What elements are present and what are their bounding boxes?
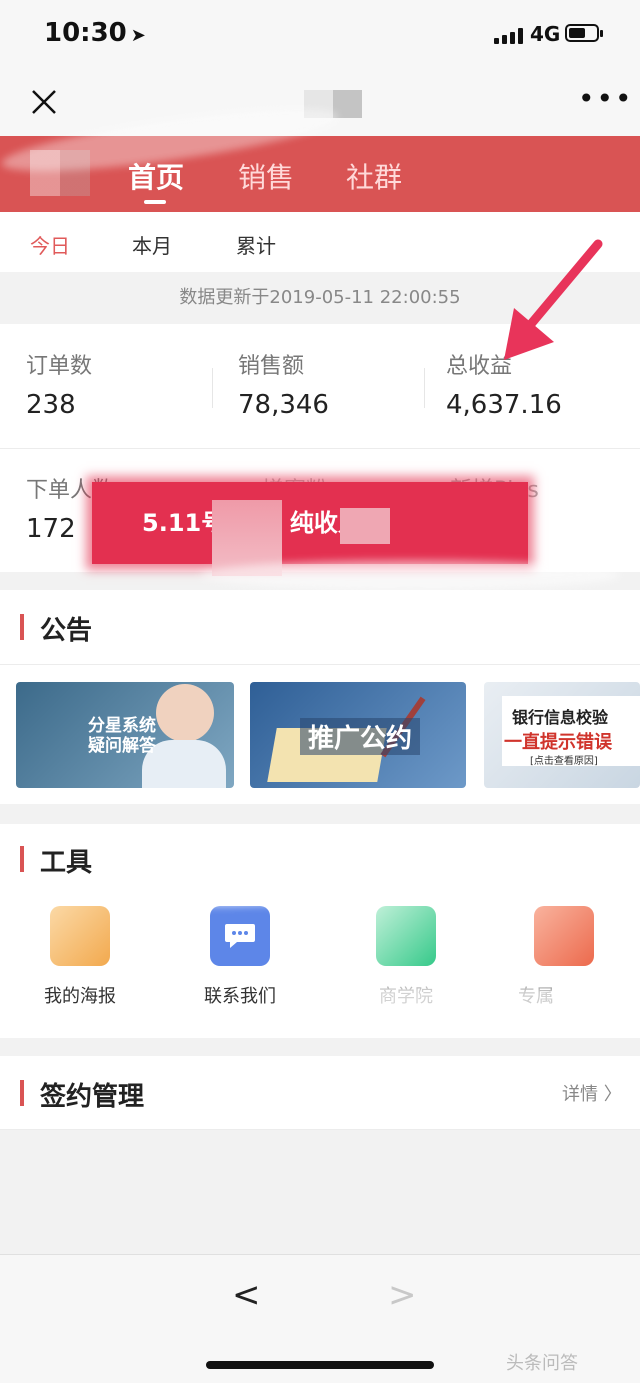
card-subtitle: 疑问解答 [88, 736, 156, 756]
back-icon[interactable]: < [232, 1275, 261, 1315]
network-type: 4G [530, 22, 561, 46]
card-title: 分星系统 [88, 716, 156, 736]
section-title: 公告 [40, 616, 93, 646]
more-icon[interactable]: ••• [578, 85, 634, 113]
stat-value: 238 [26, 390, 76, 420]
subtab-month[interactable]: 本月 [132, 230, 172, 259]
status-bar: 10:30 ➤ 4G [0, 0, 640, 70]
tab-community[interactable]: 社群 [346, 156, 402, 196]
tab-sales[interactable]: 销售 [238, 156, 294, 196]
support-agent-image [156, 684, 214, 742]
stat-sales: 销售额 78,346 [238, 348, 329, 420]
school-icon [376, 906, 436, 966]
card-caption: [点击查看原因] [530, 756, 598, 767]
stat-value: 4,637.16 [446, 390, 562, 420]
subtab-total[interactable]: 累计 [236, 230, 276, 259]
chat-icon [210, 906, 270, 966]
signal-icon [494, 28, 523, 44]
notice-card-promotion[interactable]: 推广公约 [250, 682, 466, 788]
stat-label: 销售额 [238, 354, 305, 379]
contract-section[interactable]: 签约管理 详情 〉 [0, 1056, 640, 1130]
active-tab-indicator [144, 200, 166, 204]
card-title: 推广公约 [300, 718, 421, 755]
section-title: 工具 [40, 848, 93, 878]
close-icon[interactable] [28, 86, 60, 118]
poster-icon [50, 906, 110, 966]
battery-icon [565, 24, 599, 42]
home-indicator[interactable] [206, 1361, 434, 1369]
notice-card-faq[interactable]: 分星系统 疑问解答 [16, 682, 234, 788]
tool-contact-us[interactable]: 联系我们 [180, 906, 300, 1008]
location-arrow-icon: ➤ [130, 25, 146, 46]
stat-orders: 订单数 238 [26, 348, 92, 420]
phone-icon [534, 906, 594, 966]
browser-toolbar: < > 头条问答 [0, 1254, 640, 1383]
card-title: 银行信息校验 [512, 708, 609, 727]
tool-label: 我的海报 [44, 986, 116, 1007]
annotation-arrow-icon [504, 239, 603, 360]
tool-my-poster[interactable]: 我的海报 [20, 906, 140, 1008]
stat-label: 订单数 [26, 354, 93, 379]
forward-icon[interactable]: > [388, 1275, 417, 1315]
announcement-section: 公告 分星系统 疑问解答 推广公约 银行信息校验 一直提示错误 [点击查看原因] [0, 590, 640, 804]
stat-value: 78,346 [238, 390, 329, 420]
subtab-today[interactable]: 今日 [30, 230, 70, 259]
card-subtitle: 一直提示错误 [504, 732, 612, 753]
chevron-right-icon: 〉 [603, 1084, 622, 1105]
tools-section: 工具 我的海报 联系我们 商学院 专属 [0, 824, 640, 1038]
notice-card-bank-info[interactable]: 银行信息校验 一直提示错误 [点击查看原因] [484, 682, 640, 788]
income-banner: 5.11号 一天 纯收入 [92, 482, 528, 564]
section-title: 签约管理 [40, 1082, 145, 1112]
detail-link[interactable]: 详情 〉 [562, 1080, 622, 1106]
watermark: 头条问答 [506, 1353, 578, 1374]
status-time: 10:30 ➤ [44, 18, 146, 48]
